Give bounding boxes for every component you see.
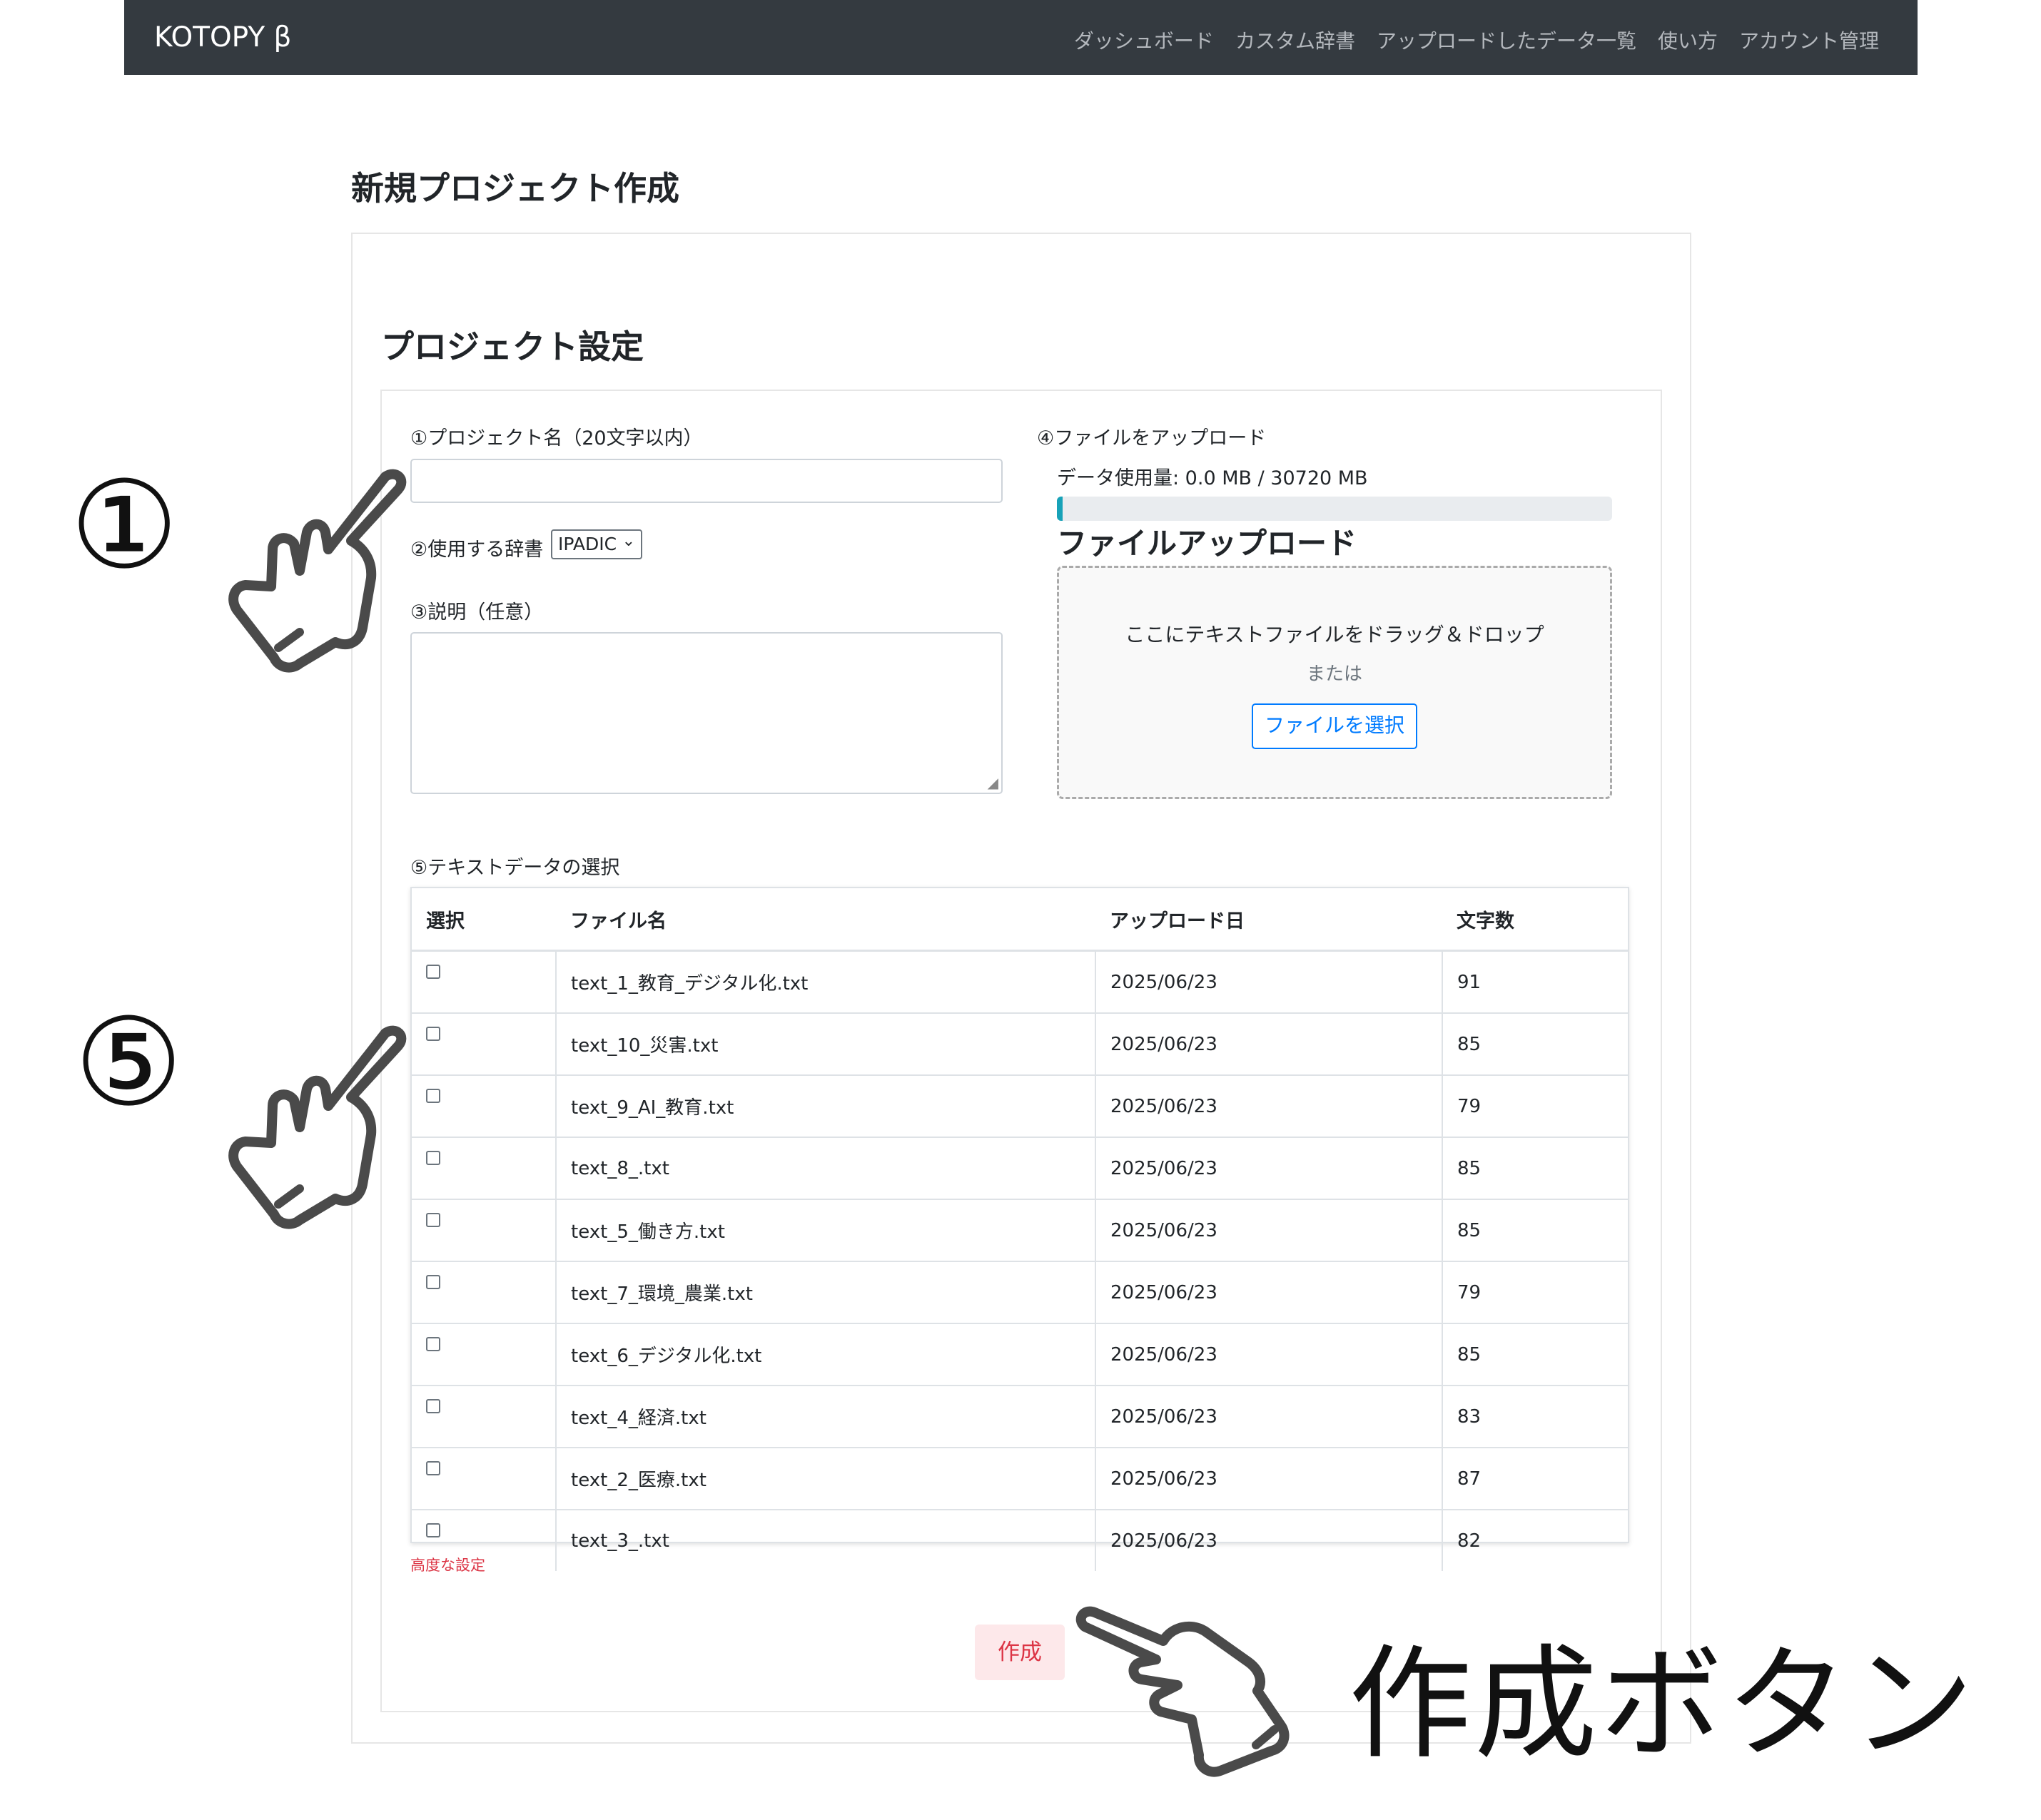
create-button[interactable]: 作成 bbox=[975, 1625, 1065, 1680]
text-select-label: ⑤テキストデータの選択 bbox=[410, 857, 620, 879]
nav-link-custom-dictionary[interactable]: カスタム辞書 bbox=[1235, 26, 1355, 54]
brand-logo[interactable]: KOTOPY β bbox=[154, 21, 291, 54]
chevron-down-icon: ⌄ bbox=[622, 532, 635, 550]
upload-date-cell: 2025/06/23 bbox=[1095, 1199, 1443, 1261]
table-row: text_4_経済.txt 2025/06/23 83 bbox=[412, 1385, 1628, 1448]
upload-date-cell: 2025/06/23 bbox=[1095, 1323, 1443, 1386]
char-count-cell: 79 bbox=[1442, 1261, 1628, 1323]
table-row: text_10_災害.txt 2025/06/23 85 bbox=[412, 1012, 1628, 1075]
dictionary-label: ②使用する辞書 bbox=[410, 539, 544, 561]
pointing-hand-icon bbox=[228, 469, 407, 673]
row-checkbox[interactable] bbox=[426, 1337, 440, 1351]
upload-date-cell: 2025/06/23 bbox=[1095, 1261, 1443, 1323]
annotation-marker-1: ① bbox=[70, 455, 179, 596]
table-row: text_3_.txt 2025/06/23 82 bbox=[412, 1509, 1628, 1571]
char-count-cell: 83 bbox=[1442, 1385, 1628, 1448]
drop-instruction: ここにテキストファイルをドラッグ＆ドロップ bbox=[1125, 623, 1544, 646]
nav-link-uploaded-data[interactable]: アップロードしたデータ一覧 bbox=[1377, 26, 1636, 54]
file-name-cell: text_5_働き方.txt bbox=[556, 1199, 1096, 1261]
pointing-hand-icon bbox=[1075, 1606, 1290, 1777]
char-count-cell: 79 bbox=[1442, 1074, 1628, 1137]
description-textarea[interactable]: ◢ bbox=[410, 632, 1003, 794]
file-name-cell: text_6_デジタル化.txt bbox=[556, 1323, 1096, 1386]
page-title: 新規プロジェクト作成 bbox=[351, 169, 679, 208]
data-usage-text: データ使用量: 0.0 MB / 30720 MB bbox=[1057, 467, 1368, 489]
upload-title: ファイルアップロード bbox=[1057, 526, 1357, 561]
upload-date-cell: 2025/06/23 bbox=[1095, 1137, 1443, 1199]
char-count-cell: 85 bbox=[1442, 1137, 1628, 1199]
nav-link-dashboard[interactable]: ダッシュボード bbox=[1074, 26, 1214, 54]
file-name-cell: text_1_教育_デジタル化.txt bbox=[556, 950, 1096, 1013]
char-count-cell: 91 bbox=[1442, 950, 1628, 1013]
table-row: text_8_.txt 2025/06/23 85 bbox=[412, 1137, 1628, 1199]
column-header-upload-date: アップロード日 bbox=[1095, 888, 1442, 952]
advanced-settings-link[interactable]: 高度な設定 bbox=[410, 1554, 485, 1575]
nav-link-account[interactable]: アカウント管理 bbox=[1739, 26, 1879, 54]
upload-date-cell: 2025/06/23 bbox=[1095, 1012, 1443, 1075]
char-count-cell: 85 bbox=[1442, 1323, 1628, 1386]
row-checkbox[interactable] bbox=[426, 1151, 440, 1165]
column-header-char-count: 文字数 bbox=[1442, 888, 1628, 952]
project-name-input[interactable] bbox=[410, 459, 1003, 503]
usage-progress-bar bbox=[1057, 497, 1612, 521]
row-checkbox[interactable] bbox=[426, 1461, 440, 1475]
upload-date-cell: 2025/06/23 bbox=[1095, 1074, 1443, 1137]
column-header-select: 選択 bbox=[412, 888, 556, 952]
table-row: text_7_環境_農業.txt 2025/06/23 79 bbox=[412, 1261, 1628, 1323]
table-row: text_9_AI_教育.txt 2025/06/23 79 bbox=[412, 1074, 1628, 1137]
row-checkbox[interactable] bbox=[426, 1213, 440, 1227]
nav-links: ダッシュボード カスタム辞書 アップロードしたデータ一覧 使い方 アカウント管理 bbox=[1074, 26, 1879, 54]
text-data-table: 選択 ファイル名 アップロード日 文字数 text_1_教育_デジタル化.txt… bbox=[410, 887, 1629, 1571]
file-name-cell: text_2_医療.txt bbox=[556, 1447, 1096, 1510]
dictionary-select-value: IPADIC bbox=[558, 534, 617, 554]
char-count-cell: 87 bbox=[1442, 1447, 1628, 1510]
usage-progress-fill bbox=[1057, 497, 1063, 521]
row-checkbox[interactable] bbox=[426, 1027, 440, 1041]
file-name-cell: text_9_AI_教育.txt bbox=[556, 1074, 1096, 1137]
file-name-cell: text_3_.txt bbox=[556, 1509, 1096, 1571]
navbar: KOTOPY β ダッシュボード カスタム辞書 アップロードしたデータ一覧 使い… bbox=[124, 0, 1918, 75]
description-label: ③説明（任意） bbox=[410, 601, 544, 624]
table-row: text_6_デジタル化.txt 2025/06/23 85 bbox=[412, 1323, 1628, 1386]
dictionary-select[interactable]: IPADIC ⌄ bbox=[551, 529, 642, 559]
file-dropzone[interactable]: ここにテキストファイルをドラッグ＆ドロップ または ファイルを選択 bbox=[1057, 566, 1612, 799]
char-count-cell: 85 bbox=[1442, 1012, 1628, 1075]
row-checkbox[interactable] bbox=[426, 1275, 440, 1289]
resize-grip-icon[interactable]: ◢ bbox=[988, 774, 998, 791]
project-name-label: ①プロジェクト名（20文字以内） bbox=[410, 427, 703, 449]
upload-label: ④ファイルをアップロード bbox=[1037, 427, 1267, 449]
annotation-marker-5: ⑤ bbox=[74, 992, 183, 1134]
upload-date-cell: 2025/06/23 bbox=[1095, 1509, 1443, 1571]
upload-date-cell: 2025/06/23 bbox=[1095, 1447, 1443, 1510]
annotation-create-label: 作成ボタン bbox=[1349, 1632, 1977, 1776]
row-checkbox[interactable] bbox=[426, 1089, 440, 1103]
table-row: text_2_医療.txt 2025/06/23 87 bbox=[412, 1447, 1628, 1510]
file-name-cell: text_8_.txt bbox=[556, 1137, 1096, 1199]
table-row: text_1_教育_デジタル化.txt 2025/06/23 91 bbox=[412, 950, 1628, 1013]
pointing-hand-icon bbox=[228, 1025, 407, 1229]
upload-date-cell: 2025/06/23 bbox=[1095, 1385, 1443, 1448]
section-title: プロジェクト設定 bbox=[381, 327, 644, 366]
row-checkbox[interactable] bbox=[426, 965, 440, 979]
nav-link-usage[interactable]: 使い方 bbox=[1658, 26, 1718, 54]
select-file-button[interactable]: ファイルを選択 bbox=[1252, 703, 1417, 749]
column-header-filename: ファイル名 bbox=[556, 888, 1095, 952]
row-checkbox[interactable] bbox=[426, 1523, 440, 1537]
file-name-cell: text_7_環境_農業.txt bbox=[556, 1261, 1096, 1323]
table-row: text_5_働き方.txt 2025/06/23 85 bbox=[412, 1199, 1628, 1261]
file-name-cell: text_4_経済.txt bbox=[556, 1385, 1096, 1448]
upload-date-cell: 2025/06/23 bbox=[1095, 950, 1443, 1013]
char-count-cell: 82 bbox=[1442, 1509, 1628, 1571]
char-count-cell: 85 bbox=[1442, 1199, 1628, 1261]
row-checkbox[interactable] bbox=[426, 1399, 440, 1413]
drop-or-text: または bbox=[1306, 664, 1362, 685]
file-name-cell: text_10_災害.txt bbox=[556, 1012, 1096, 1075]
